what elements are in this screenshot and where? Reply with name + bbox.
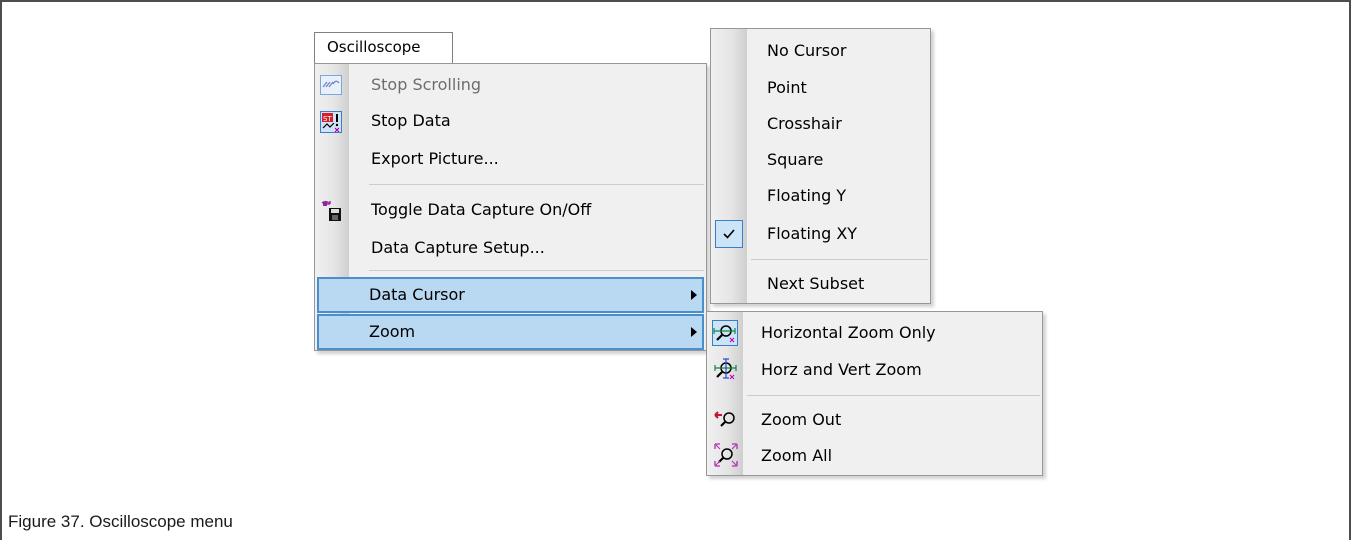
horz-vert-zoom-icon xyxy=(714,358,737,380)
menu-item-horz-and-vert-zoom[interactable]: Horz and Vert Zoom xyxy=(709,352,1040,388)
menu-item-label: Horz and Vert Zoom xyxy=(761,360,922,379)
oscilloscope-menu: Stop Scrolling ST Stop Data Export Pictu… xyxy=(314,63,707,351)
submenu-arrow-icon xyxy=(691,327,697,337)
data-cursor-submenu: No Cursor Point Crosshair Square Floatin… xyxy=(710,28,931,304)
menu-item-label: Export Picture... xyxy=(371,149,499,168)
menu-separator xyxy=(751,259,928,260)
horizontal-zoom-icon xyxy=(712,320,738,346)
oscilloscope-menu-title[interactable]: Oscilloscope xyxy=(314,32,453,63)
menu-item-zoom-all[interactable]: Zoom All xyxy=(709,438,1040,474)
svg-text:ST: ST xyxy=(323,115,332,123)
menu-item-label: Zoom All xyxy=(761,446,833,465)
menu-item-label: Stop Data xyxy=(371,111,451,130)
stop-data-icon: ST xyxy=(320,111,342,133)
menu-item-point[interactable]: Point xyxy=(713,70,928,106)
menu-item-data-capture-setup[interactable]: Data Capture Setup... xyxy=(317,230,704,266)
menu-item-crosshair[interactable]: Crosshair xyxy=(713,106,928,142)
zoom-all-icon xyxy=(714,443,738,467)
zoom-submenu: Horizontal Zoom Only Horz and Vert Zoom … xyxy=(706,311,1043,476)
menu-item-label: Zoom Out xyxy=(761,410,842,429)
data-capture-icon xyxy=(320,200,342,221)
menu-item-label: Floating XY xyxy=(767,224,858,243)
menu-item-no-cursor[interactable]: No Cursor xyxy=(713,33,928,69)
menu-item-data-cursor[interactable]: Data Cursor xyxy=(317,277,704,313)
menu-item-label: Point xyxy=(767,78,807,97)
menu-item-square[interactable]: Square xyxy=(713,142,928,178)
menu-item-horizontal-zoom-only[interactable]: Horizontal Zoom Only xyxy=(709,315,1040,351)
menu-item-label: Data Cursor xyxy=(369,285,465,304)
submenu-arrow-icon xyxy=(691,290,697,300)
figure-caption: Figure 37. Oscilloscope menu xyxy=(8,512,233,531)
checkmark-icon xyxy=(715,220,743,248)
menu-item-zoom-out[interactable]: Zoom Out xyxy=(709,402,1040,438)
zoom-out-icon xyxy=(714,409,736,429)
menu-item-label: No Cursor xyxy=(767,41,847,60)
menu-item-label: Floating Y xyxy=(767,186,847,205)
menu-item-stop-scrolling[interactable]: Stop Scrolling xyxy=(317,67,704,103)
scroll-icon xyxy=(320,75,342,95)
menu-item-stop-data[interactable]: ST Stop Data xyxy=(317,103,704,139)
menu-item-label: Data Capture Setup... xyxy=(371,238,545,257)
menu-item-next-subset[interactable]: Next Subset xyxy=(713,266,928,302)
menu-separator xyxy=(369,184,704,185)
menu-item-label: Horizontal Zoom Only xyxy=(761,323,936,342)
menu-item-toggle-data-capture[interactable]: Toggle Data Capture On/Off xyxy=(317,192,704,228)
menu-item-label: Zoom xyxy=(369,322,416,341)
menu-separator xyxy=(369,270,704,271)
menu-item-label: Crosshair xyxy=(767,114,842,133)
menu-item-zoom[interactable]: Zoom xyxy=(317,314,704,350)
menu-item-export-picture[interactable]: Export Picture... xyxy=(317,141,704,177)
menu-item-label: Square xyxy=(767,150,824,169)
menu-item-label: Next Subset xyxy=(767,274,865,293)
menu-item-label: Toggle Data Capture On/Off xyxy=(371,200,592,219)
menu-separator xyxy=(747,395,1040,396)
menu-item-label: Stop Scrolling xyxy=(371,75,482,94)
menu-item-floating-xy[interactable]: Floating XY xyxy=(713,216,928,252)
menu-item-floating-y[interactable]: Floating Y xyxy=(713,178,928,214)
